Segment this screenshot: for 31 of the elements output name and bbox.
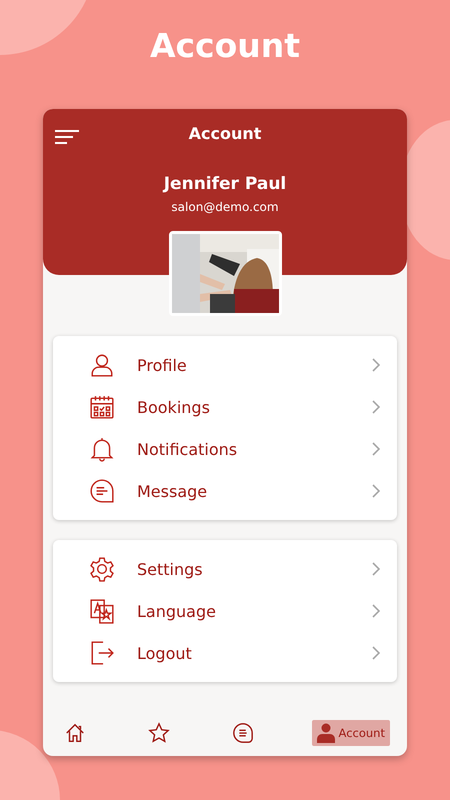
chevron-right-icon: [371, 400, 381, 414]
bell-icon: [89, 436, 115, 462]
user-icon: [316, 723, 335, 743]
menu-item[interactable]: Bookings: [137, 398, 371, 416]
menu-item[interactable]: Settings: [137, 560, 371, 578]
chevron-right-icon: [371, 646, 381, 660]
translate-icon: [89, 598, 115, 624]
chevron-right-icon: [371, 484, 381, 498]
page-title: Account: [150, 26, 300, 67]
chat-icon: [232, 722, 254, 744]
calendar-icon: [89, 394, 115, 420]
settings-icon: [89, 556, 115, 582]
menu-item[interactable]: Language: [137, 602, 371, 620]
menu-item[interactable]: Message: [137, 482, 371, 500]
user-icon: [89, 352, 115, 378]
chevron-right-icon: [371, 604, 381, 618]
chevron-right-icon: [371, 442, 381, 456]
star-icon: [148, 722, 170, 744]
chevron-right-icon: [371, 562, 381, 576]
screen-title: Account: [188, 124, 262, 143]
chevron-right-icon: [371, 358, 381, 372]
menu-icon[interactable]: [55, 129, 79, 145]
user-email: salon@demo.com: [171, 200, 279, 214]
chat-icon: [89, 478, 115, 504]
nav-tab[interactable]: Account: [312, 720, 390, 746]
menu-item[interactable]: Logout: [137, 644, 371, 662]
user-name: Jennifer Paul: [164, 174, 286, 194]
logout-icon: [89, 640, 115, 666]
menu-item[interactable]: Notifications: [137, 440, 371, 458]
menu-item[interactable]: Profile: [137, 356, 371, 374]
home-icon: [64, 722, 86, 744]
